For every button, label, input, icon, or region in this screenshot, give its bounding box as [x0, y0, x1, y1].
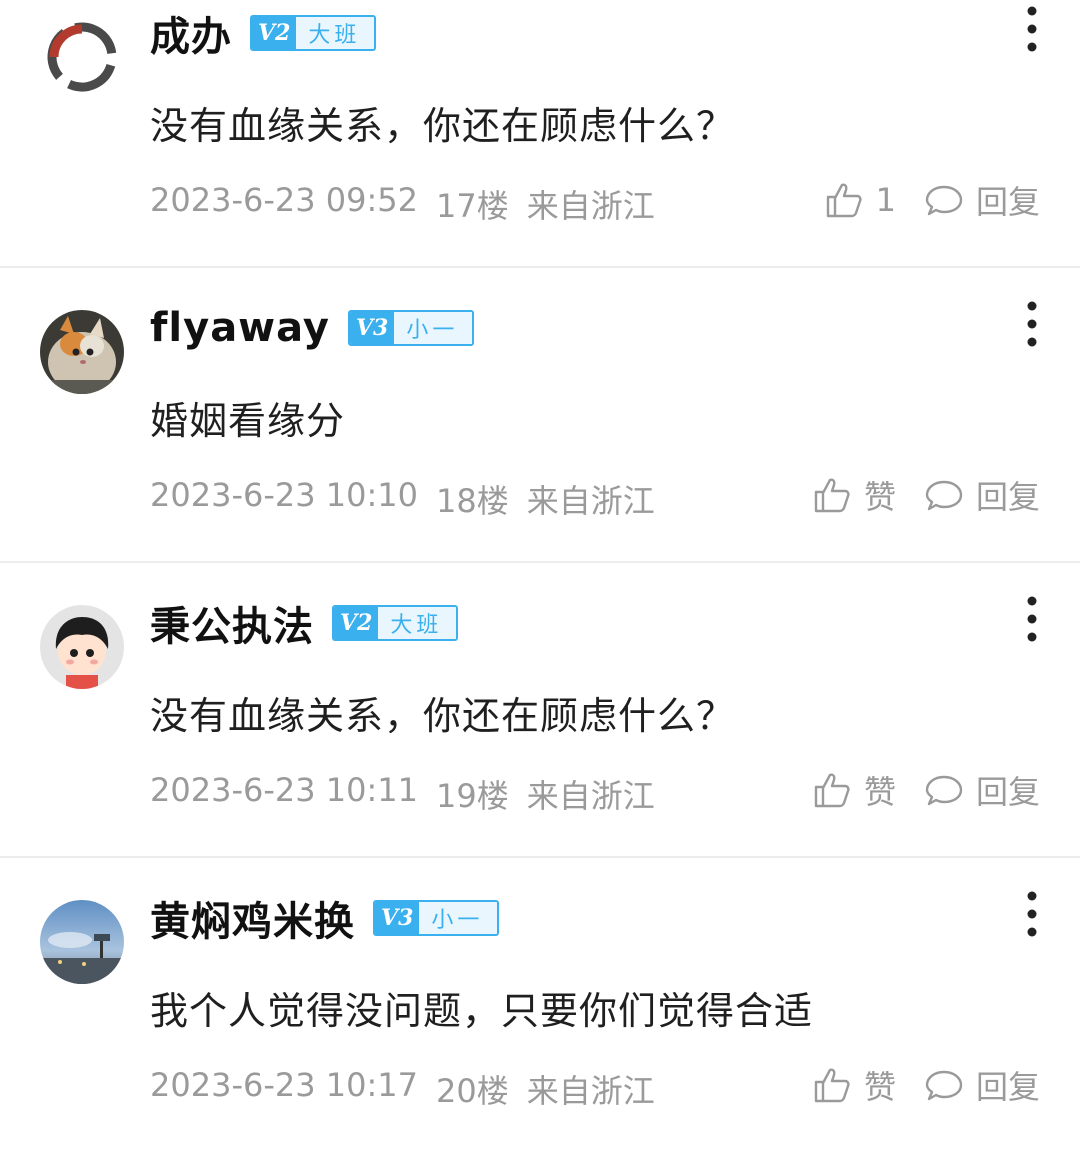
username-row: flyaway V3 小一: [150, 298, 475, 358]
comment-meta: 2023-6-23 10:17 20楼 来自浙江: [150, 1066, 655, 1112]
divider: [0, 856, 1080, 858]
thumbs-up-icon: [814, 478, 850, 513]
reply-label: 回复: [975, 478, 1040, 516]
username-row: 黄焖鸡米换 V3 小一: [150, 888, 500, 948]
username[interactable]: flyaway: [150, 305, 330, 351]
floor-number: 20楼: [436, 1072, 509, 1110]
comment-text: 婚姻看缘分: [150, 399, 346, 443]
avatar[interactable]: [40, 15, 124, 99]
level-badge: V3 小一: [373, 900, 500, 936]
comment-meta: 2023-6-23 10:11 19楼 来自浙江: [150, 771, 655, 817]
badge-title: 小一: [419, 902, 498, 934]
comment-meta: 2023-6-23 10:10 18楼 来自浙江: [150, 476, 655, 522]
username[interactable]: 黄焖鸡米换: [150, 889, 355, 947]
reply-label: 回复: [975, 183, 1040, 221]
timestamp: 2023-6-23 10:11: [150, 771, 418, 809]
like-count: 1: [875, 181, 896, 219]
more-vertical-icon[interactable]: [1024, 595, 1040, 643]
reply-label: 回复: [975, 1068, 1040, 1106]
like-button[interactable]: 赞: [812, 1062, 896, 1108]
badge-title: 小一: [394, 312, 473, 344]
comment-actions: 赞 回复: [812, 765, 1040, 815]
comment-actions: 赞 回复: [812, 470, 1040, 520]
timestamp: 2023-6-23 10:10: [150, 476, 418, 514]
like-button[interactable]: 1: [824, 180, 896, 220]
reply-button[interactable]: 回复: [924, 1062, 1040, 1108]
level-badge: V2 大班: [250, 15, 377, 51]
comment-item: 成办 V2 大班 没有血缘关系，你还在顾虑什么？ 2023-6-23 09:52…: [0, 0, 1080, 270]
badge-level: V3: [349, 312, 395, 344]
divider: [0, 266, 1080, 268]
avatar[interactable]: [40, 900, 124, 984]
floor-number: 18楼: [436, 482, 509, 520]
username[interactable]: 成办: [150, 4, 232, 62]
like-label: 赞: [863, 478, 896, 516]
username-row: 秉公执法 V2 大班: [150, 593, 459, 653]
badge-level: V2: [334, 607, 379, 639]
comment-meta: 2023-6-23 09:52 17楼 来自浙江: [150, 181, 655, 227]
like-label: 赞: [863, 773, 896, 811]
more-vertical-icon[interactable]: [1024, 890, 1040, 938]
badge-title: 大班: [296, 17, 375, 49]
location: 来自浙江: [526, 187, 655, 225]
badge-level: V2: [252, 17, 297, 49]
speech-bubble-icon: [925, 185, 963, 216]
more-vertical-icon[interactable]: [1024, 300, 1040, 348]
location: 来自浙江: [526, 777, 655, 815]
reply-button[interactable]: 回复: [924, 472, 1040, 518]
level-badge: V2 大班: [332, 605, 459, 641]
comment-actions: 1 回复: [824, 175, 1040, 225]
thumbs-up-icon: [814, 773, 850, 808]
avatar[interactable]: [40, 310, 124, 394]
speech-bubble-icon: [925, 1070, 963, 1101]
like-button[interactable]: 赞: [812, 767, 896, 813]
username[interactable]: 秉公执法: [150, 594, 314, 652]
speech-bubble-icon: [925, 480, 963, 511]
reply-label: 回复: [975, 773, 1040, 811]
like-label: 赞: [863, 1068, 896, 1106]
comment-text: 我个人觉得没问题，只要你们觉得合适: [150, 989, 814, 1033]
reply-button[interactable]: 回复: [924, 767, 1040, 813]
level-badge: V3 小一: [347, 310, 475, 346]
divider: [0, 561, 1080, 563]
username-row: 成办 V2 大班: [150, 3, 377, 63]
avatar[interactable]: [40, 605, 124, 689]
like-button[interactable]: 赞: [812, 472, 896, 518]
comment-item: 黄焖鸡米换 V3 小一 我个人觉得没问题，只要你们觉得合适 2023-6-23 …: [0, 860, 1080, 1155]
location: 来自浙江: [526, 1072, 655, 1110]
speech-bubble-icon: [925, 775, 963, 806]
thumbs-up-icon: [826, 183, 862, 218]
thumbs-up-icon: [814, 1068, 850, 1103]
timestamp: 2023-6-23 09:52: [150, 181, 418, 219]
floor-number: 19楼: [436, 777, 509, 815]
reply-button[interactable]: 回复: [924, 177, 1040, 223]
location: 来自浙江: [526, 482, 655, 520]
floor-number: 17楼: [436, 187, 509, 225]
comment-item: flyaway V3 小一 婚姻看缘分 2023-6-23 10:10 18楼 …: [0, 270, 1080, 565]
badge-title: 大班: [378, 607, 457, 639]
comment-actions: 赞 回复: [812, 1060, 1040, 1110]
more-vertical-icon[interactable]: [1024, 5, 1040, 53]
comment-text: 没有血缘关系，你还在顾虑什么？: [150, 104, 736, 148]
comment-text: 没有血缘关系，你还在顾虑什么？: [150, 694, 736, 738]
badge-level: V3: [375, 902, 420, 934]
comment-item: 秉公执法 V2 大班 没有血缘关系，你还在顾虑什么？ 2023-6-23 10:…: [0, 565, 1080, 860]
timestamp: 2023-6-23 10:17: [150, 1066, 418, 1104]
